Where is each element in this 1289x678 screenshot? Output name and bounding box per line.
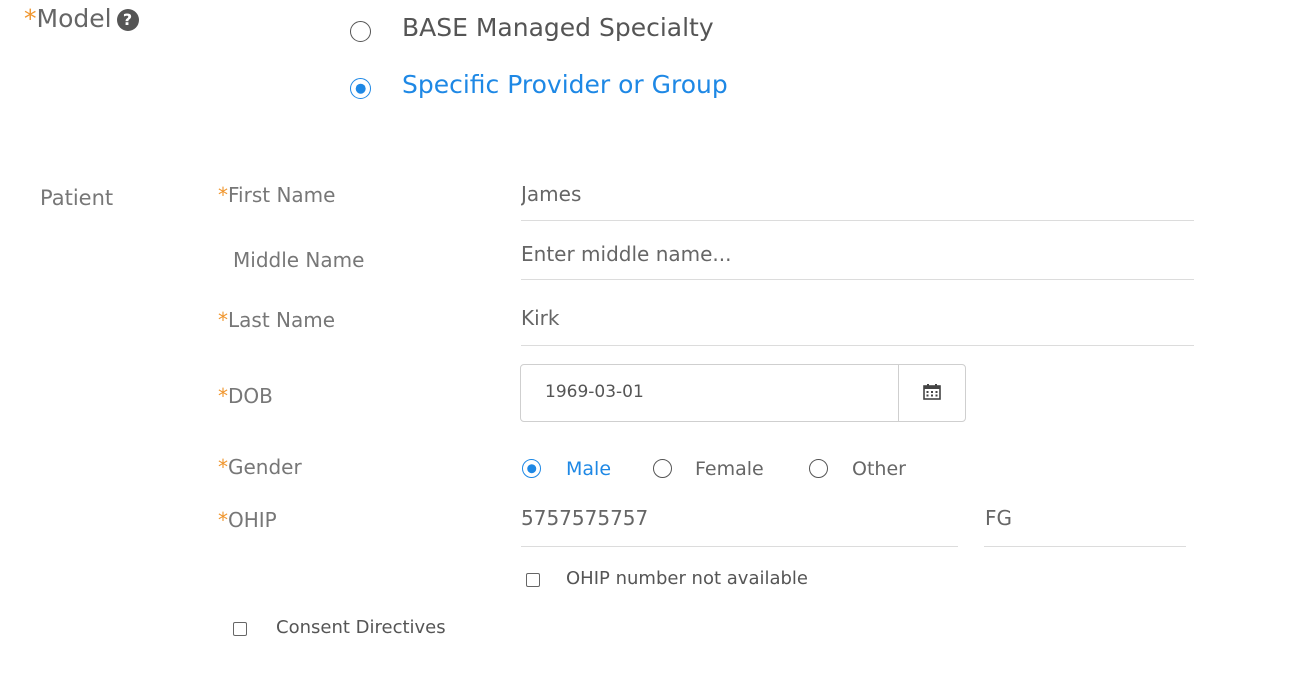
gender-radio-other[interactable] — [809, 459, 828, 478]
model-radio-base-managed-specialty[interactable] — [350, 21, 371, 42]
last-name-underline — [521, 345, 1194, 346]
gender-label: *Gender — [218, 455, 302, 479]
middle-name-underline — [521, 279, 1194, 280]
dob-label-text: DOB — [228, 384, 273, 408]
gender-radio-female[interactable] — [653, 459, 672, 478]
dob-date-picker: 1969-03-01 — [520, 364, 966, 422]
model-label: *Model? — [24, 4, 139, 33]
patient-section-label: Patient — [40, 186, 114, 210]
first-name-input[interactable] — [521, 180, 1191, 208]
ohip-not-available-checkbox[interactable] — [526, 573, 540, 587]
model-option-base-managed-specialty-label[interactable]: BASE Managed Specialty — [402, 13, 714, 42]
model-label-text: Model — [36, 4, 112, 33]
gender-option-male-label[interactable]: Male — [566, 458, 611, 480]
model-option-specific-provider-or-group-label[interactable]: Specific Provider or Group — [402, 70, 728, 99]
ohip-label: *OHIP — [218, 508, 277, 532]
dob-label: *DOB — [218, 384, 273, 408]
ohip-number-input[interactable] — [521, 504, 951, 532]
first-name-label-text: First Name — [228, 183, 336, 207]
gender-option-other-label[interactable]: Other — [852, 458, 906, 480]
consent-directives-label[interactable]: Consent Directives — [276, 617, 446, 638]
model-radio-specific-provider-or-group[interactable] — [350, 78, 371, 99]
dob-calendar-button[interactable] — [898, 365, 965, 421]
last-name-input[interactable] — [521, 304, 1191, 332]
ohip-version-code-underline — [984, 546, 1186, 547]
calendar-icon — [923, 384, 941, 400]
ohip-number-underline — [521, 546, 958, 547]
first-name-label: *First Name — [218, 183, 335, 207]
ohip-not-available-label[interactable]: OHIP number not available — [566, 568, 808, 589]
dob-input[interactable]: 1969-03-01 — [545, 382, 644, 402]
last-name-label: *Last Name — [218, 308, 335, 332]
middle-name-input[interactable] — [521, 240, 1191, 268]
required-mark: * — [218, 308, 228, 332]
gender-label-text: Gender — [228, 455, 302, 479]
required-mark: * — [218, 183, 228, 207]
question-circle-icon[interactable]: ? — [116, 9, 139, 31]
required-mark: * — [218, 508, 228, 532]
first-name-underline — [521, 220, 1194, 221]
last-name-label-text: Last Name — [228, 308, 336, 332]
required-mark: * — [218, 455, 228, 479]
consent-directives-checkbox[interactable] — [233, 622, 247, 636]
gender-radio-male[interactable] — [522, 459, 541, 478]
middle-name-label: Middle Name — [233, 248, 365, 272]
ohip-version-code-input[interactable] — [985, 504, 1180, 532]
required-mark: * — [218, 384, 228, 408]
required-mark: * — [24, 4, 37, 33]
ohip-label-text: OHIP — [228, 508, 277, 532]
gender-option-female-label[interactable]: Female — [695, 458, 764, 480]
